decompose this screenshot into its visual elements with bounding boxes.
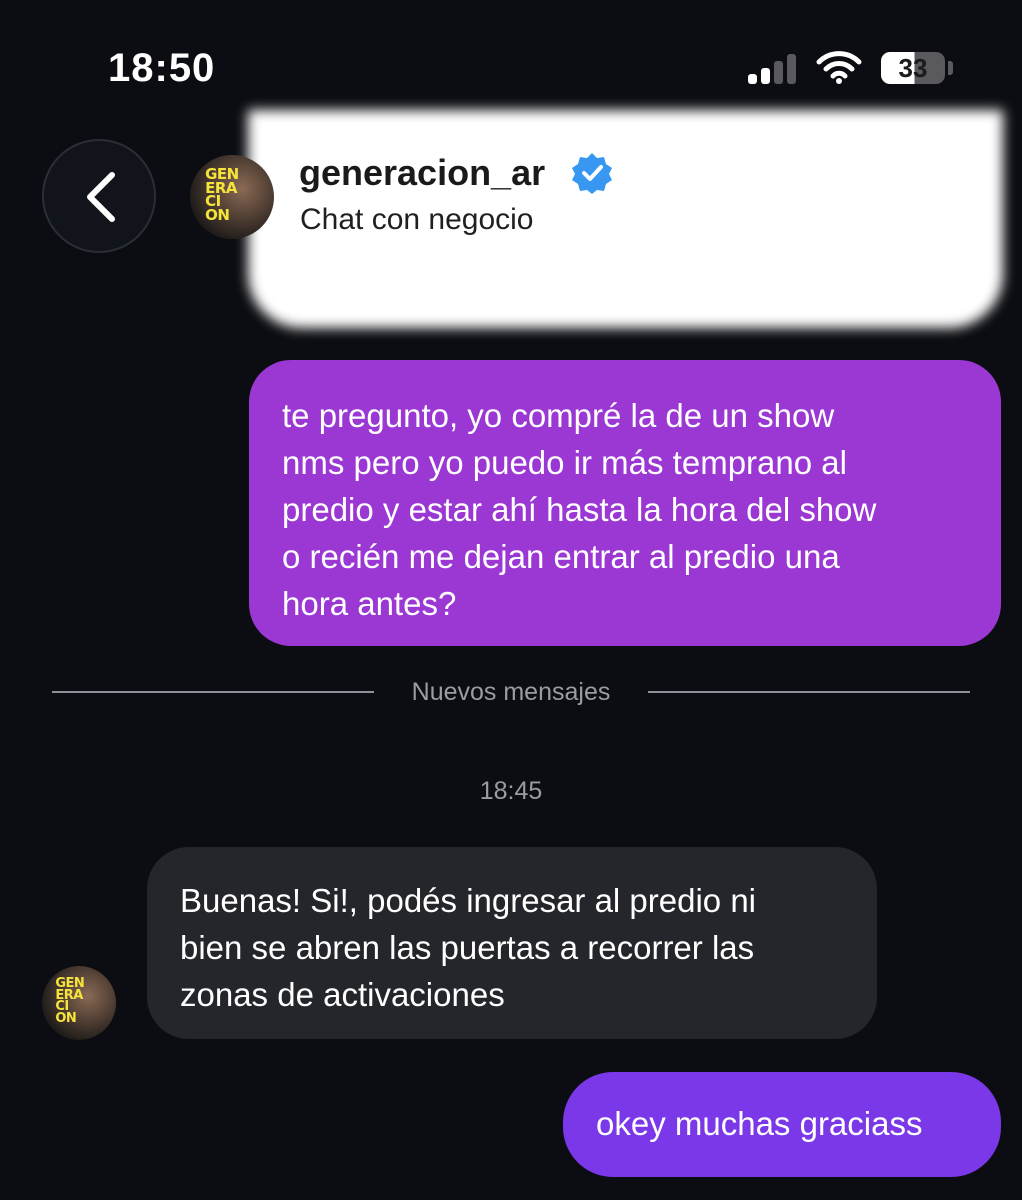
battery-icon: 33: [881, 52, 945, 84]
incoming-message[interactable]: Buenas! Si!, podés ingresar al predio ni…: [147, 847, 877, 1039]
header-avatar[interactable]: GEN ERA CI ON: [190, 155, 274, 239]
avatar-logo: GEN ERA CI ON: [55, 975, 85, 1026]
divider-line-right: [648, 691, 970, 693]
chevron-left-icon: [87, 172, 115, 222]
battery-tip: [948, 61, 953, 75]
sender-avatar[interactable]: GEN ERA CI ON: [42, 966, 116, 1040]
avatar-logo: GEN ERA CI ON: [205, 165, 239, 224]
outgoing-message[interactable]: okey muchas graciass: [563, 1072, 1001, 1177]
wifi-icon: [816, 51, 862, 84]
cellular-signal-icon: [748, 54, 798, 84]
back-button[interactable]: [42, 139, 156, 253]
outgoing-message[interactable]: te pregunto, yo compré la de un show nms…: [249, 360, 1001, 646]
status-time: 18:50: [108, 46, 216, 90]
new-messages-divider: Nuevos mensajes: [411, 678, 611, 706]
chat-username[interactable]: generacion_ar: [299, 152, 545, 194]
battery-level: 33: [898, 52, 928, 83]
divider-line-left: [52, 691, 374, 693]
message-timestamp: 18:45: [479, 777, 543, 805]
verified-badge-icon: [572, 153, 612, 194]
chat-subtitle: Chat con negocio: [300, 203, 534, 236]
